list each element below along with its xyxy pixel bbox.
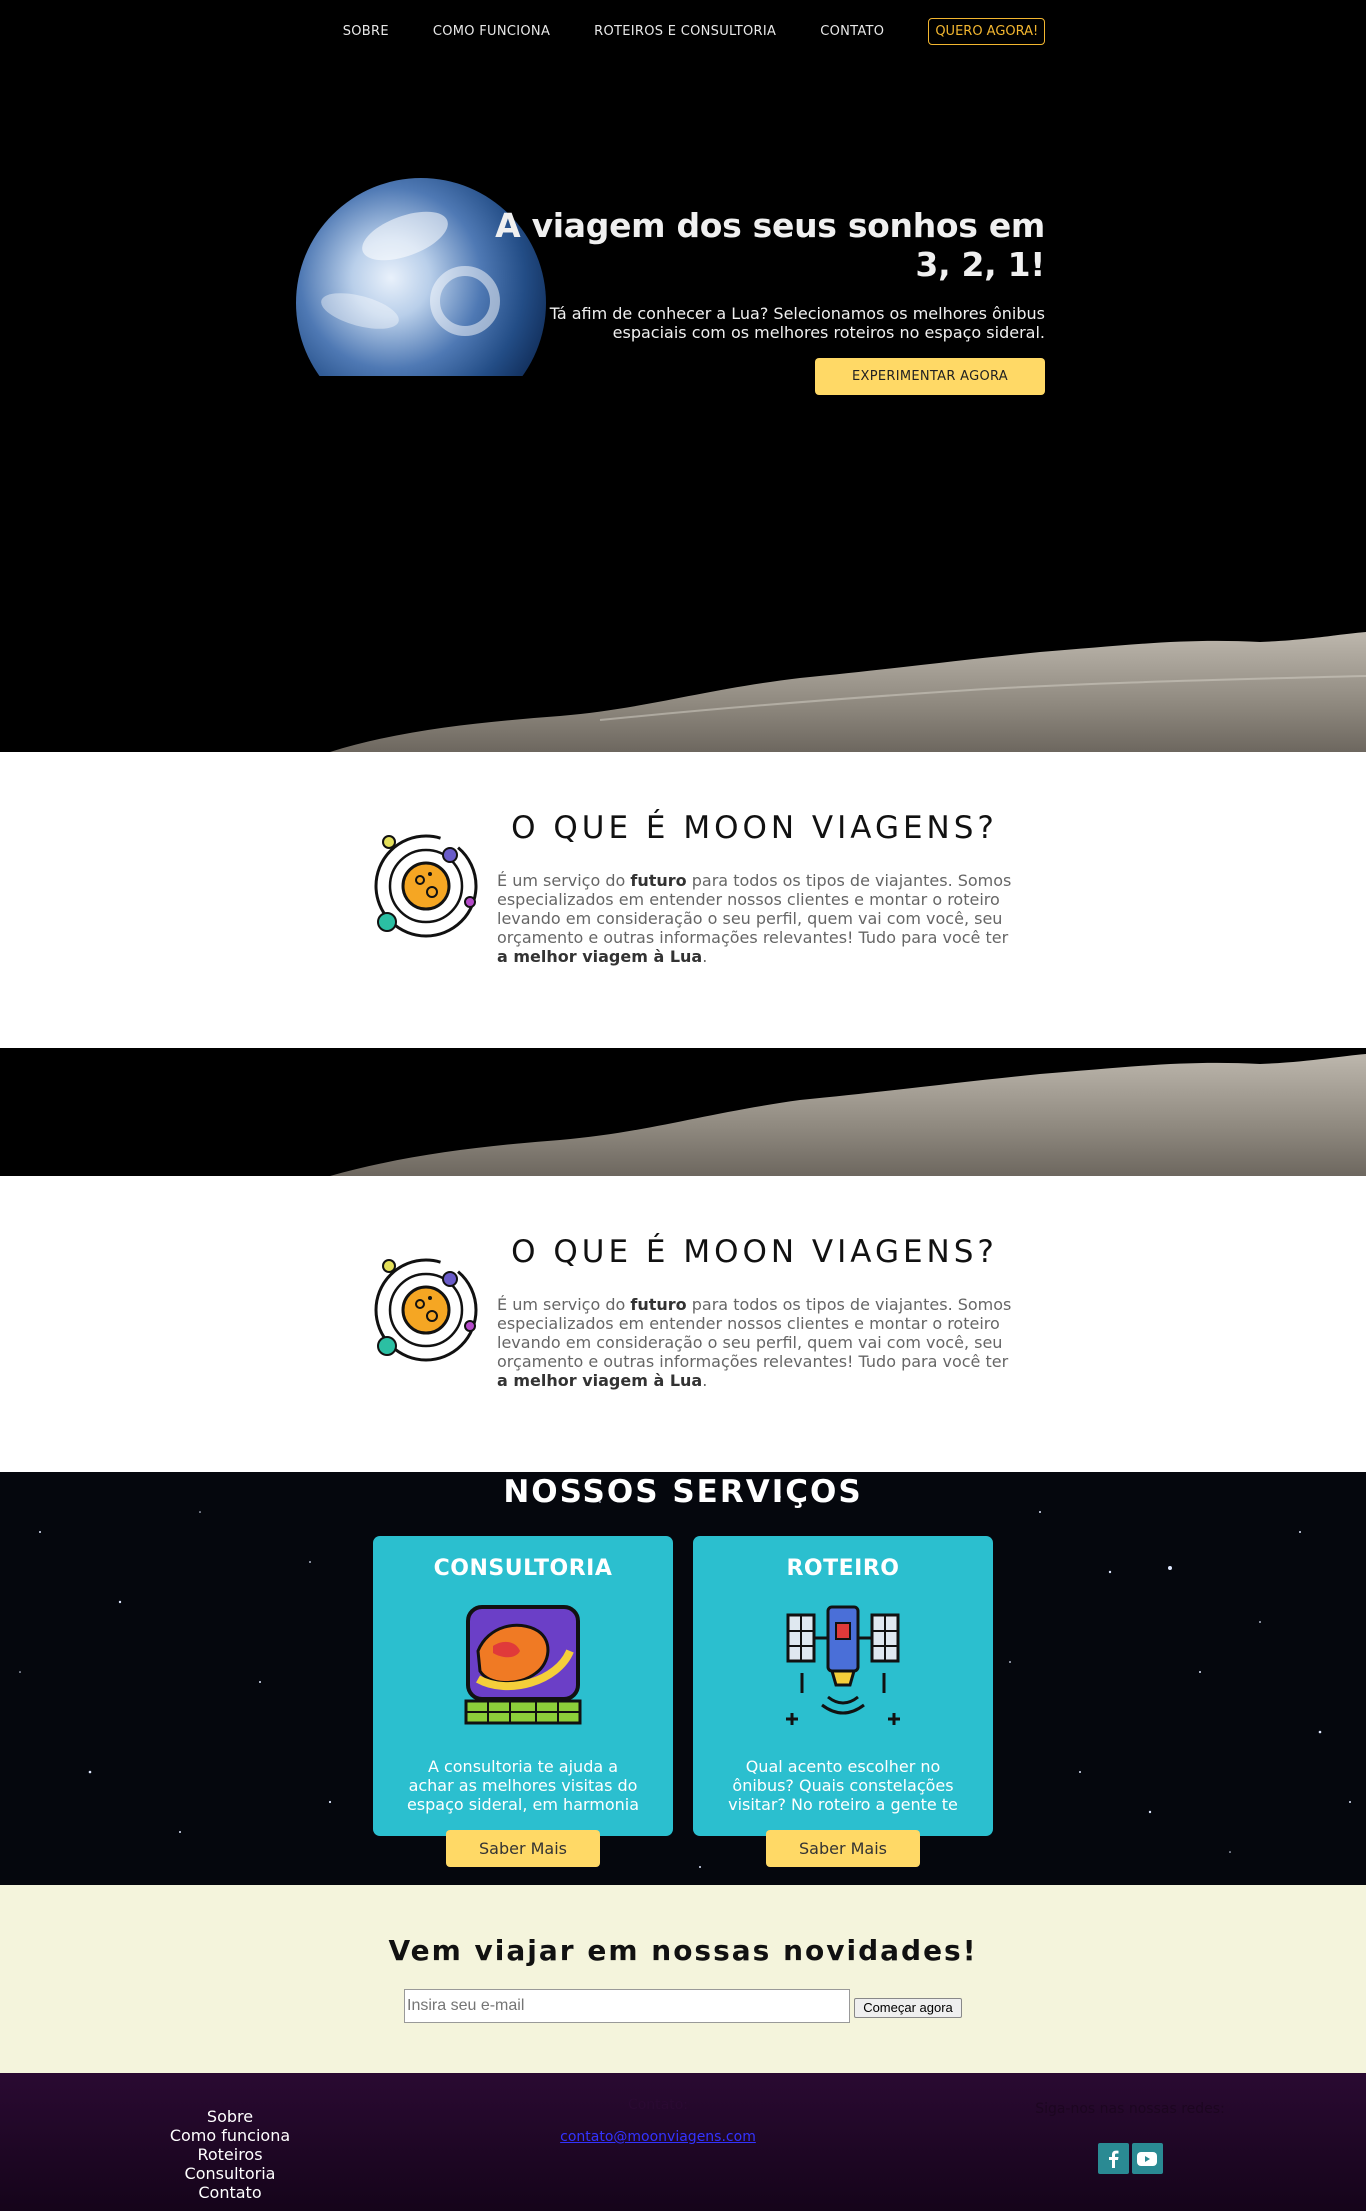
card-text: Qual acento escolher no ônibus? Quais co…	[728, 1757, 958, 1814]
footer-contact: Contato: contato@moonviagens.com	[560, 2097, 756, 2145]
footer-link-consultoria[interactable]: Consultoria	[130, 2164, 330, 2183]
hero-subtitle: Tá afim de conhecer a Lua? Selecionamos …	[549, 304, 1045, 342]
card-title: CONSULTORIA	[433, 1556, 613, 1581]
card-text: A consultoria te ajuda a achar as melhor…	[406, 1757, 640, 1814]
starfield-background	[19, 1496, 1351, 1868]
hero-title: A viagem dos seus sonhos em 3, 2, 1!	[495, 206, 1045, 284]
footer-social: Siga-nos nas nossas redes:	[1020, 2101, 1240, 2174]
contact-email-link[interactable]: contato@moonviagens.com	[560, 2129, 756, 2145]
satellite-icon	[786, 1605, 900, 1725]
about-text: É um serviço do futuro para todos os tip…	[497, 871, 1012, 966]
moon-strip	[0, 1048, 1366, 1176]
footer-link-contato[interactable]: Contato	[130, 2183, 330, 2202]
planet-screen-icon	[464, 1605, 582, 1725]
saber-mais-consultoria-button[interactable]: Saber Mais	[446, 1830, 600, 1867]
nav-item-contato[interactable]: CONTATO	[820, 24, 884, 39]
footer-links: Sobre Como funciona Roteiros Consultoria…	[130, 2107, 330, 2202]
about-title: O QUE É MOON VIAGENS?	[511, 810, 998, 846]
solar-system-icon	[374, 834, 478, 938]
footer-link-como-funciona[interactable]: Como funciona	[130, 2126, 330, 2145]
hero-text: A viagem dos seus sonhos em 3, 2, 1! Tá …	[485, 206, 1045, 395]
moon-surface-image	[330, 632, 1366, 752]
email-input[interactable]	[404, 1989, 850, 2023]
service-card-consultoria: CONSULTORIA A consultoria te ajuda a ach…	[373, 1536, 673, 1836]
experiment-now-button[interactable]: EXPERIMENTAR AGORA	[815, 358, 1045, 395]
start-now-button[interactable]: Começar agora	[854, 1998, 962, 2018]
footer-link-sobre[interactable]: Sobre	[130, 2107, 330, 2126]
contact-label: Contato:	[627, 2097, 689, 2113]
services-title: NOSSOS SERVIÇOS	[503, 1474, 863, 1510]
solar-system-icon	[374, 1258, 478, 1362]
about-text: É um serviço do futuro para todos os tip…	[497, 1295, 1012, 1390]
nav-item-como-funciona[interactable]: COMO FUNCIONA	[433, 24, 550, 39]
services-section	[0, 1472, 1366, 1885]
about-title: O QUE É MOON VIAGENS?	[511, 1234, 998, 1270]
youtube-icon[interactable]	[1131, 2143, 1163, 2174]
nav-item-sobre[interactable]: SOBRE	[343, 24, 389, 39]
card-title: ROTEIRO	[786, 1556, 900, 1581]
hero-section: A viagem dos seus sonhos em 3, 2, 1! Tá …	[0, 0, 1366, 752]
top-nav: SOBRE COMO FUNCIONA ROTEIROS E CONSULTOR…	[0, 0, 1366, 62]
newsletter-section	[0, 1885, 1366, 2073]
want-now-button[interactable]: QUERO AGORA!	[928, 17, 1046, 45]
newsletter-title: Vem viajar em nossas novidades!	[388, 1934, 978, 1967]
social-label: Siga-nos nas nossas redes:	[1035, 2101, 1225, 2117]
footer-link-roteiros[interactable]: Roteiros	[130, 2145, 330, 2164]
saber-mais-roteiro-button[interactable]: Saber Mais	[766, 1830, 920, 1867]
service-card-roteiro: ROTEIRO Qual acento escolher no ônibus? …	[693, 1536, 993, 1836]
nav-item-roteiros[interactable]: ROTEIROS E CONSULTORIA	[594, 24, 776, 39]
moon-surface-image	[330, 1054, 1366, 1176]
facebook-icon[interactable]	[1097, 2143, 1129, 2174]
